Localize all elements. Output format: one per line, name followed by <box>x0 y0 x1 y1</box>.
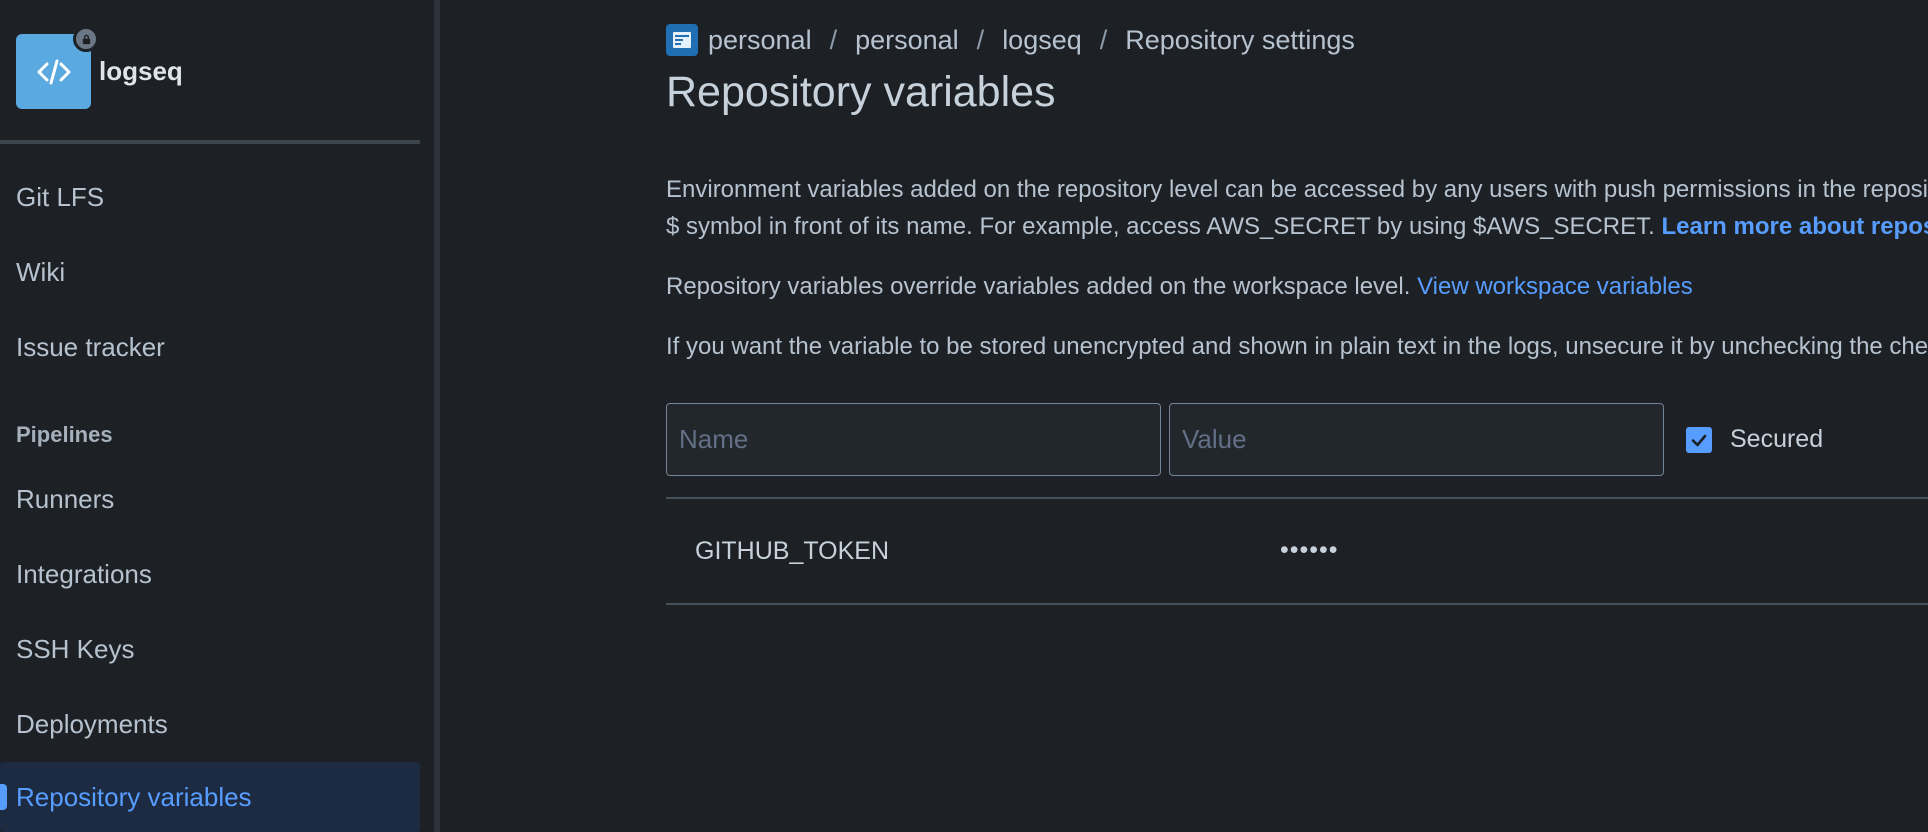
main-content: personal / personal / logseq / Repositor… <box>666 0 1928 832</box>
lock-icon <box>73 26 99 52</box>
variable-value-masked: •••••• <box>1280 536 1339 564</box>
workspace-icon <box>666 24 698 56</box>
sidebar-item-label: Wiki <box>16 256 66 287</box>
secured-label: Secured <box>1730 425 1824 453</box>
sidebar-item-label: Integrations <box>16 558 152 589</box>
breadcrumb: personal / personal / logseq / Repositor… <box>666 24 1355 56</box>
table-divider <box>666 497 1928 499</box>
sidebar-item-git-lfs[interactable]: Git LFS <box>0 163 420 231</box>
sidebar-item-label: SSH Keys <box>16 633 135 664</box>
breadcrumb-workspace[interactable]: personal <box>708 25 812 56</box>
secured-toggle[interactable]: Secured <box>1686 425 1823 454</box>
unsecure-text: If you want the variable to be stored un… <box>666 333 1928 360</box>
description-line-2-text: $ symbol in front of its name. For examp… <box>666 213 1662 240</box>
checkmark-icon <box>1691 434 1707 446</box>
override-text-content: Repository variables override variables … <box>666 273 1418 300</box>
table-divider <box>666 603 1928 605</box>
variable-name: GITHUB_TOKEN <box>695 537 890 565</box>
breadcrumb-repository[interactable]: logseq <box>1002 25 1082 56</box>
sidebar-item-wiki[interactable]: Wiki <box>0 238 420 306</box>
breadcrumb-repository-settings[interactable]: Repository settings <box>1125 25 1355 56</box>
description-line-1: Environment variables added on the repos… <box>666 176 1928 203</box>
variable-value-input[interactable] <box>1169 403 1664 476</box>
page-title: Repository variables <box>666 68 1056 116</box>
variable-name-input[interactable] <box>666 403 1161 476</box>
view-workspace-variables-link[interactable]: View workspace variables <box>1417 273 1693 300</box>
table-row[interactable]: GITHUB_TOKEN •••••• <box>666 500 1928 604</box>
description-line-2: $ symbol in front of its name. For examp… <box>666 208 1928 245</box>
breadcrumb-separator: / <box>1099 24 1108 55</box>
repo-header[interactable]: logseq <box>16 26 183 109</box>
code-icon <box>37 59 70 84</box>
add-variable-form: Secured <box>666 403 1823 476</box>
pipelines-heading: Pipelines <box>16 422 113 447</box>
sidebar-item-label: Issue tracker <box>16 331 165 362</box>
sidebar-item-label: Deployments <box>16 708 168 739</box>
override-text: Repository variables override variables … <box>666 268 1693 305</box>
repo-avatar <box>16 26 99 109</box>
description-text: Environment variables added on the repos… <box>666 171 1928 245</box>
learn-more-link[interactable]: Learn more about repository variables <box>1661 213 1928 240</box>
secured-checkbox[interactable] <box>1686 426 1712 453</box>
breadcrumb-separator: / <box>829 24 838 55</box>
sidebar-divider <box>0 140 420 144</box>
breadcrumb-separator: / <box>976 24 985 55</box>
sidebar-item-label: Repository variables <box>16 781 252 812</box>
sidebar-item-deployments[interactable]: Deployments <box>0 690 420 758</box>
sidebar-item-runners[interactable]: Runners <box>0 465 420 533</box>
sidebar-item-label: Runners <box>16 483 115 514</box>
sidebar-item-integrations[interactable]: Integrations <box>0 540 420 608</box>
repo-name: logseq <box>99 56 183 86</box>
sidebar-item-label: Git LFS <box>16 181 105 212</box>
sidebar-item-repository-variables[interactable]: Repository variables <box>0 762 420 832</box>
breadcrumb-project[interactable]: personal <box>855 25 959 56</box>
sidebar-item-ssh-keys[interactable]: SSH Keys <box>0 615 420 683</box>
sidebar: logseq Git LFS Wiki Issue tracker Pipeli… <box>0 0 436 832</box>
sidebar-item-issue-tracker[interactable]: Issue tracker <box>0 313 420 381</box>
sidebar-resize-handle[interactable] <box>434 0 440 832</box>
